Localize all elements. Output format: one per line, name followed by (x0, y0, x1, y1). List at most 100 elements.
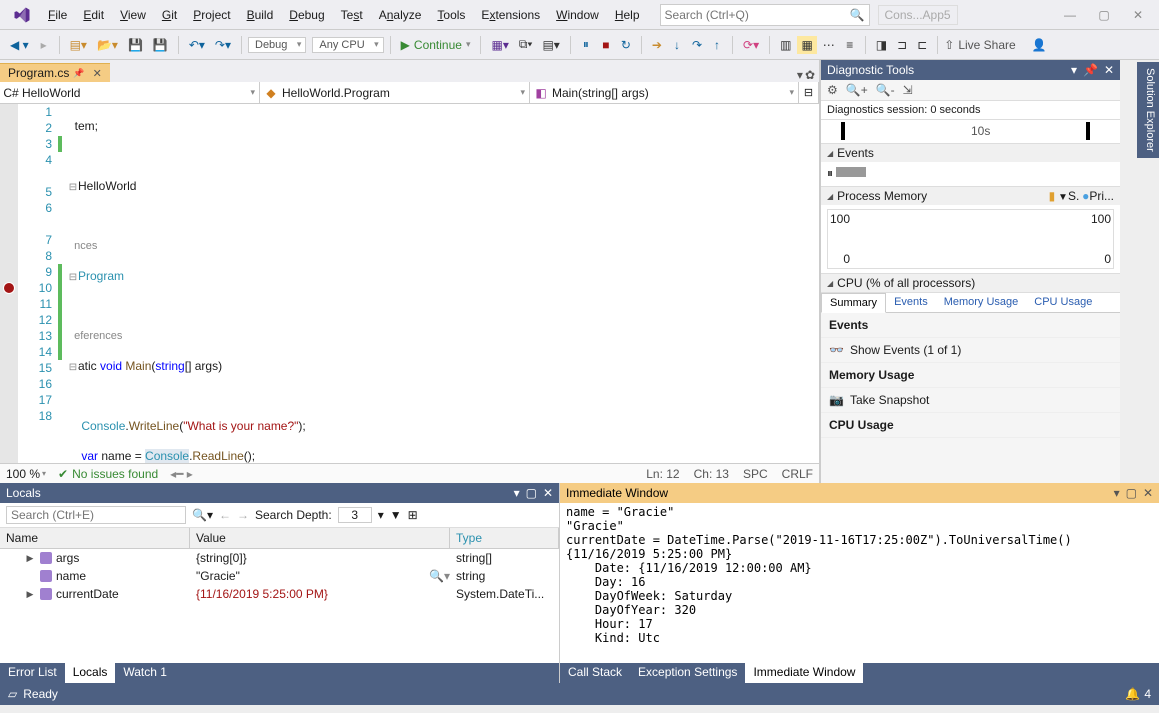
tab-settings-icon[interactable]: ✿ (805, 68, 815, 82)
tool-b-icon[interactable]: ▦ (797, 36, 816, 54)
imm-dropdown-icon[interactable]: ▾ (1114, 486, 1120, 500)
menu-extensions[interactable]: Extensions (473, 4, 548, 26)
panel-close-icon[interactable]: ✕ (1104, 63, 1114, 77)
panel-dropdown-icon[interactable]: ▾ (1071, 63, 1077, 77)
diag-timeline[interactable]: 10s (821, 120, 1120, 144)
take-snapshot-link[interactable]: 📷Take Snapshot (821, 388, 1120, 413)
tab-watch1[interactable]: Watch 1 (115, 663, 175, 683)
locals-close-icon[interactable]: ✕ (543, 486, 553, 500)
new-project-icon[interactable]: ▤▾ (66, 36, 91, 54)
pause-icon[interactable]: ⏸ (577, 35, 595, 54)
breakpoint-icon[interactable] (3, 282, 15, 294)
code-editor[interactable]: 1234 56 78910 11121314 15161718 tem; ⊟He… (0, 104, 819, 463)
imm-pin-icon[interactable]: ▢ (1126, 486, 1137, 500)
locals-pin-icon[interactable]: ▢ (526, 486, 537, 500)
tool-e-icon[interactable]: ⊐ (893, 36, 911, 54)
bookmark-icon[interactable]: ◨ (872, 36, 891, 54)
notifications-icon[interactable]: 🔔 (1125, 687, 1140, 701)
menu-view[interactable]: View (112, 4, 154, 26)
menu-window[interactable]: Window (548, 4, 607, 26)
tab-exception[interactable]: Exception Settings (630, 663, 745, 683)
line-ending[interactable]: CRLF (782, 467, 813, 481)
immediate-body[interactable]: name = "Gracie" "Gracie" currentDate = D… (560, 503, 1159, 663)
nav-method[interactable]: ◧ Main(string[] args)▾ (530, 82, 799, 103)
nav-fwd-icon[interactable]: ▸ (35, 36, 53, 54)
solution-explorer-tab[interactable]: Solution Explorer (1137, 62, 1159, 158)
menu-edit[interactable]: Edit (75, 4, 112, 26)
tab-locals[interactable]: Locals (65, 663, 116, 683)
platform-dropdown[interactable]: Any CPU (312, 37, 383, 53)
imm-close-icon[interactable]: ✕ (1143, 486, 1153, 500)
zoom-level[interactable]: 100 % (6, 467, 46, 481)
preview-icon[interactable]: ◂━ ▸ (170, 467, 193, 481)
tab-summary[interactable]: Summary (821, 293, 886, 313)
locals-row[interactable]: name "Gracie" 🔍▾ string (0, 567, 559, 585)
search-input[interactable] (665, 8, 850, 22)
step-into-icon[interactable]: ↓ (668, 36, 686, 54)
live-share-button[interactable]: ⇧ Live Share (944, 38, 1015, 52)
menu-file[interactable]: File (40, 4, 75, 26)
locals-row[interactable]: ▶args {string[0]} string[] (0, 549, 559, 567)
locals-dropdown-icon[interactable]: ▾ (514, 486, 520, 500)
cpu-section-header[interactable]: CPU (% of all processors) (821, 274, 1120, 292)
quick-search[interactable]: 🔍 (660, 4, 870, 26)
locals-nav-fwd-icon[interactable]: → (237, 508, 249, 522)
issues-indicator[interactable]: ✔ No issues found (58, 467, 158, 481)
restart-icon[interactable]: ↻ (617, 36, 635, 54)
menu-build[interactable]: Build (239, 4, 282, 26)
locals-nav-back-icon[interactable]: ← (219, 508, 231, 522)
diag-zoomout-icon[interactable]: 🔍- (876, 83, 895, 97)
show-events-link[interactable]: 👓Show Events (1 of 1) (821, 338, 1120, 363)
locals-search-icon[interactable]: 🔍▾ (192, 508, 213, 522)
minimize-button[interactable]: — (1053, 3, 1087, 27)
nav-class[interactable]: ◆ HelloWorld.Program▾ (260, 82, 530, 103)
step-out-icon[interactable]: ↑ (708, 36, 726, 54)
step-over-icon[interactable]: ↷ (688, 36, 706, 54)
locals-filter-icon[interactable]: ▼ (390, 508, 402, 522)
tab-error-list[interactable]: Error List (0, 663, 65, 683)
tool-c-icon[interactable]: ⋯ (819, 36, 839, 54)
close-tab-icon[interactable]: ✕ (93, 67, 102, 80)
undo-icon[interactable]: ↶▾ (185, 36, 209, 54)
diag-reset-icon[interactable]: ⇲ (903, 83, 913, 97)
col-value[interactable]: Value (190, 528, 450, 548)
panel-pin-icon[interactable]: 📌 (1083, 63, 1098, 77)
diag-settings-icon[interactable]: ⚙ (827, 83, 838, 97)
tab-callstack[interactable]: Call Stack (560, 663, 630, 683)
stack-icon[interactable]: ▤▾ (538, 36, 563, 54)
process-icon[interactable]: ▦▾ (487, 36, 512, 54)
tool-d-icon[interactable]: ≡ (841, 36, 859, 54)
thread-icon[interactable]: ⧉▾ (515, 35, 537, 54)
tool-f-icon[interactable]: ⊏ (913, 36, 931, 54)
events-section-header[interactable]: Events (821, 144, 1120, 162)
indent-mode[interactable]: SPC (743, 467, 768, 481)
continue-button[interactable]: ▶Continue▾ (397, 38, 475, 52)
events-pause-icon[interactable]: ⏸ (827, 166, 833, 180)
feedback-icon[interactable]: 👤 (1028, 36, 1051, 54)
memory-section-header[interactable]: Process Memory ▮ ▼S. ●Pri... (821, 187, 1120, 205)
col-type[interactable]: Type (450, 528, 559, 548)
locals-tree-icon[interactable]: ⊞ (408, 508, 418, 522)
file-tab-program[interactable]: Program.cs 📌 ✕ (0, 63, 110, 82)
menu-git[interactable]: Git (154, 4, 185, 26)
tab-cpu[interactable]: CPU Usage (1026, 293, 1100, 312)
show-next-icon[interactable]: ➔ (648, 36, 666, 54)
menu-debug[interactable]: Debug (281, 4, 332, 26)
maximize-button[interactable]: ▢ (1087, 3, 1121, 27)
split-button[interactable]: ⊟ (799, 82, 819, 103)
nav-namespace[interactable]: C# HelloWorld▾ (0, 82, 260, 103)
col-name[interactable]: Name (0, 528, 190, 548)
menu-project[interactable]: Project (185, 4, 238, 26)
locals-row[interactable]: ▶currentDate {11/16/2019 5:25:00 PM} Sys… (0, 585, 559, 603)
stop-icon[interactable]: ■ (597, 36, 615, 54)
menu-test[interactable]: Test (333, 4, 371, 26)
tool-a-icon[interactable]: ▥ (776, 36, 795, 54)
redo-icon[interactable]: ↷▾ (211, 36, 235, 54)
hot-reload-icon[interactable]: ⟳▾ (739, 36, 763, 54)
search-depth-input[interactable]: 3 (338, 507, 372, 523)
diag-zoomin-icon[interactable]: 🔍+ (846, 83, 868, 97)
locals-search-input[interactable] (6, 506, 186, 524)
pin-icon[interactable]: 📌 (73, 68, 84, 79)
menu-tools[interactable]: Tools (429, 4, 473, 26)
tab-events[interactable]: Events (886, 293, 936, 312)
